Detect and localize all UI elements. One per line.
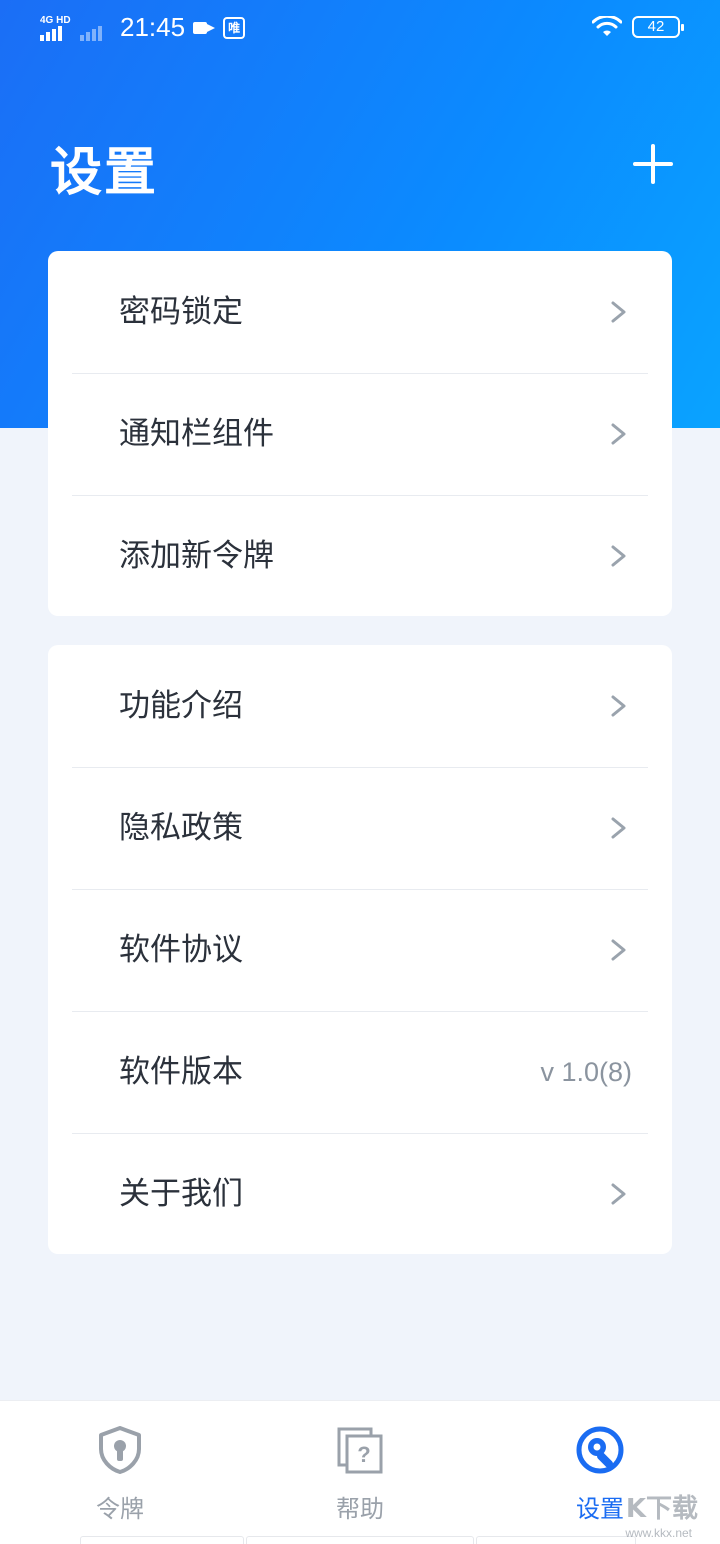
chevron-right-icon	[611, 817, 626, 839]
settings-item-label: 功能介绍	[119, 688, 243, 724]
tab-token[interactable]: 令牌	[0, 1401, 240, 1544]
signal-icon: 4G HD	[40, 15, 72, 41]
settings-item-version: 软件版本 v 1.0(8)	[48, 1011, 672, 1133]
settings-item-label: 隐私政策	[119, 810, 243, 846]
sim-icon: 唯	[223, 16, 246, 39]
status-left: 4G HD 21:45 唯	[40, 12, 246, 43]
chevron-right-icon	[611, 695, 626, 717]
settings-item-label: 通知栏组件	[119, 416, 274, 452]
settings-item-label: 添加新令牌	[119, 538, 274, 574]
chevron-right-icon	[611, 423, 626, 445]
chevron-right-icon	[611, 1183, 626, 1205]
settings-item-about-us[interactable]: 关于我们	[48, 1133, 672, 1255]
divider	[476, 1536, 636, 1544]
bottom-tab-bar: 令牌 ? 帮助 设置	[0, 1400, 720, 1544]
divider	[80, 1536, 244, 1544]
wifi-icon	[592, 16, 622, 36]
settings-item-label: 关于我们	[119, 1176, 243, 1212]
version-value: v 1.0(8)	[540, 1057, 632, 1087]
settings-item-password-lock[interactable]: 密码锁定	[48, 251, 672, 373]
signal-icon	[80, 15, 112, 41]
settings-item-add-token[interactable]: 添加新令牌	[48, 495, 672, 617]
chevron-right-icon	[611, 545, 626, 567]
tab-label: 帮助	[336, 1495, 384, 1523]
plus-icon[interactable]	[630, 142, 676, 188]
status-right: 42	[592, 16, 684, 38]
battery-icon: 42	[632, 16, 684, 38]
settings-group-1: 密码锁定 通知栏组件 添加新令牌	[48, 251, 672, 616]
divider	[246, 1536, 474, 1544]
status-time: 21:45	[120, 12, 186, 42]
page-title: 设置	[50, 143, 159, 203]
settings-item-software-agreement[interactable]: 软件协议	[48, 889, 672, 1011]
settings-item-label: 软件协议	[119, 932, 243, 968]
status-bar: 4G HD 21:45 唯 42	[0, 0, 720, 60]
settings-item-label: 密码锁定	[119, 294, 243, 330]
settings-item-label: 软件版本	[119, 1054, 243, 1090]
settings-wrench-icon	[576, 1426, 624, 1474]
svg-text:?: ?	[357, 1442, 370, 1467]
shield-keyhole-icon	[99, 1426, 141, 1474]
watermark-logo: K下载	[625, 1494, 698, 1524]
network-type: 4G HD	[40, 14, 71, 26]
battery-level: 42	[647, 18, 665, 35]
watermark-url: www.kkx.net	[625, 1526, 692, 1540]
settings-group-2: 功能介绍 隐私政策 软件协议 软件版本 v 1.0(8) 关于我们	[48, 645, 672, 1254]
help-pages-icon: ?	[337, 1427, 383, 1474]
tab-label: 令牌	[96, 1495, 144, 1523]
video-camera-icon	[193, 20, 216, 36]
chevron-right-icon	[611, 939, 626, 961]
settings-item-features[interactable]: 功能介绍	[48, 645, 672, 767]
tab-help[interactable]: ? 帮助	[240, 1401, 480, 1544]
settings-item-privacy-policy[interactable]: 隐私政策	[48, 767, 672, 889]
settings-item-notification-widget[interactable]: 通知栏组件	[48, 373, 672, 495]
chevron-right-icon	[611, 301, 626, 323]
